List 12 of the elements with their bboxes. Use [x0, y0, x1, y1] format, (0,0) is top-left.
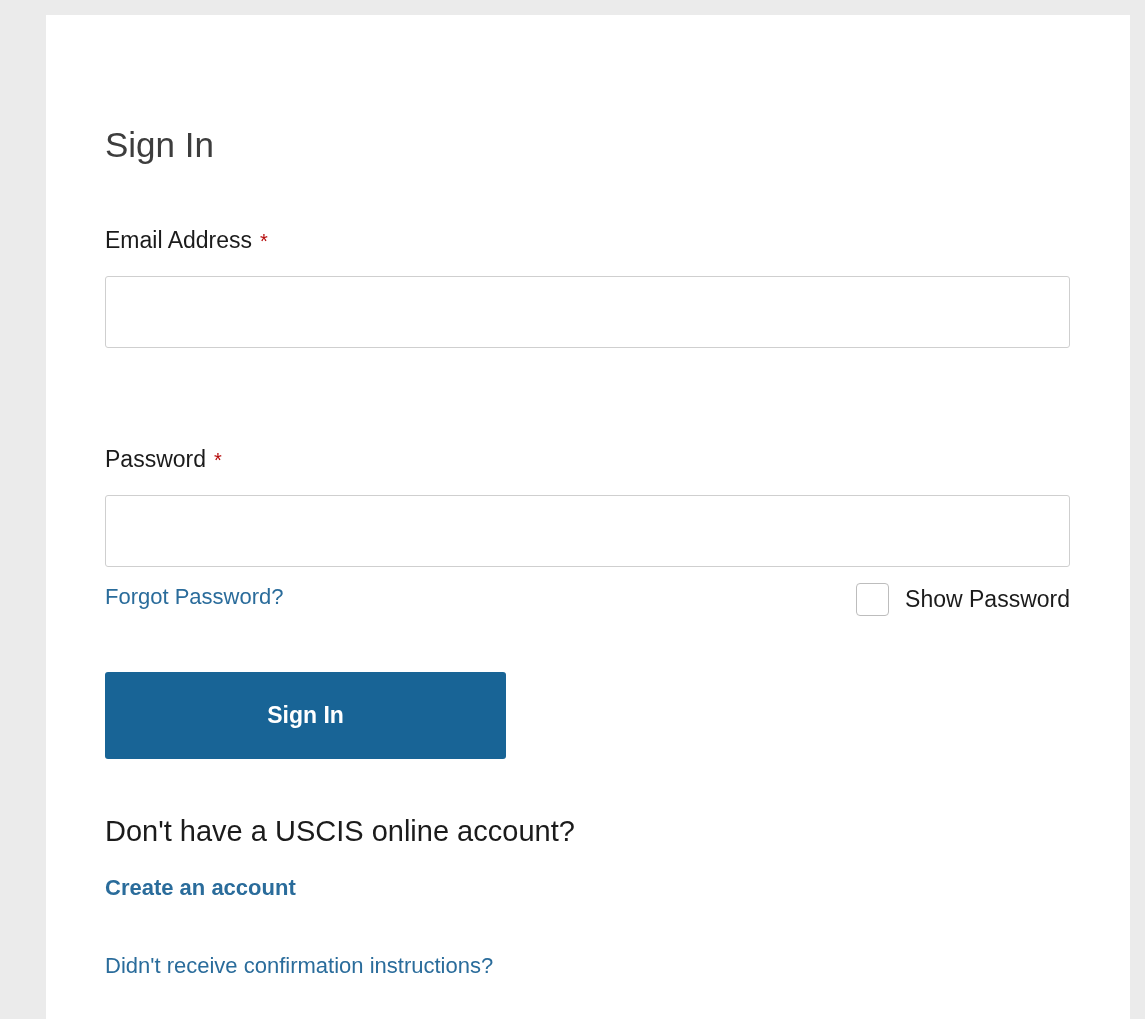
checkbox-label: Show Password [905, 586, 1070, 613]
create-account-link[interactable]: Create an account [105, 875, 296, 900]
account-prompt: Don't have a USCIS online account? [105, 814, 576, 849]
checkbox[interactable] [856, 583, 890, 616]
field-label: Email Address * [105, 226, 269, 255]
forgot-password-link[interactable]: Forgot Password? [105, 581, 284, 612]
page-title: Sign In [105, 124, 215, 166]
input-field[interactable] [105, 495, 1070, 567]
field-label: Password * [105, 445, 223, 474]
confirmation-link[interactable]: Didn't receive confirmation instructions? [105, 953, 494, 978]
input-field[interactable] [105, 276, 1070, 348]
sign-in-button[interactable]: Sign In [105, 672, 506, 759]
